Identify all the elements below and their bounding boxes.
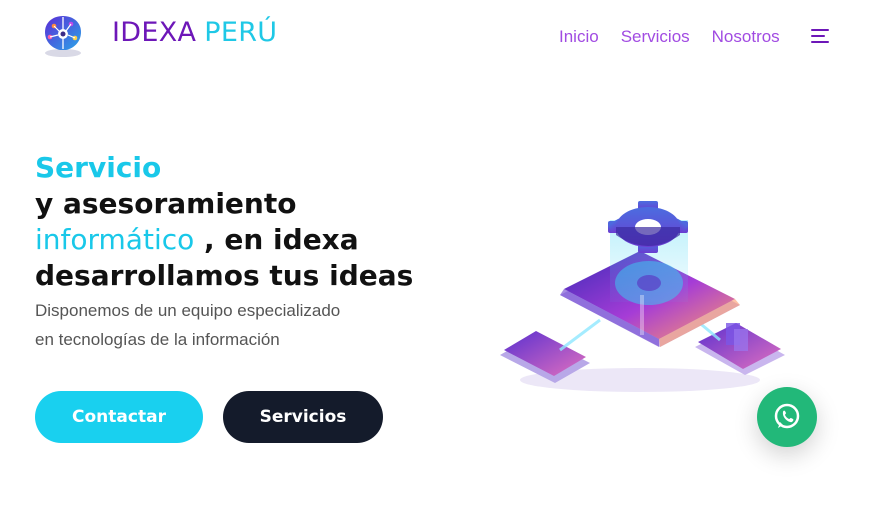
hero-line-1: Servicio [35, 151, 162, 184]
hero-line-3: informático , en idexa [35, 222, 413, 258]
brand-name-part2: PERÚ [204, 17, 278, 48]
hero-description-line-1: Disponemos de un equipo especializado [35, 301, 341, 320]
contact-button[interactable]: Contactar [35, 391, 203, 443]
nav-link-servicios[interactable]: Servicios [621, 27, 690, 47]
brand-name-part1: IDEXA [112, 17, 197, 48]
hero-heading: Servicio y asesoramiento informático , e… [35, 150, 413, 294]
hero-line-2: y asesoramiento [35, 187, 297, 220]
nav-link-nosotros[interactable]: Nosotros [712, 27, 780, 47]
nav-link-inicio[interactable]: Inicio [559, 27, 599, 47]
menu-icon[interactable] [811, 28, 833, 46]
brand-name[interactable]: IDEXA PERÚ [112, 17, 277, 48]
services-button[interactable]: Servicios [223, 391, 383, 443]
brain-circuit-logo-icon[interactable] [38, 11, 88, 61]
whatsapp-icon [772, 402, 802, 432]
hero-description: Disponemos de un equipo especializado en… [35, 296, 340, 354]
isometric-gear-platform-illustration-icon [490, 195, 790, 400]
hero-description-line-2: en tecnologías de la información [35, 330, 280, 349]
site-header: IDEXA PERÚ Inicio Servicios Nosotros [0, 0, 874, 75]
main-nav: Inicio Servicios Nosotros [559, 27, 780, 47]
whatsapp-button[interactable] [757, 387, 817, 447]
hero-line-4: desarrollamos tus ideas [35, 259, 414, 292]
hero-line-3-highlight: informático [35, 223, 195, 256]
hero-line-3-rest: , en idexa [194, 223, 359, 256]
